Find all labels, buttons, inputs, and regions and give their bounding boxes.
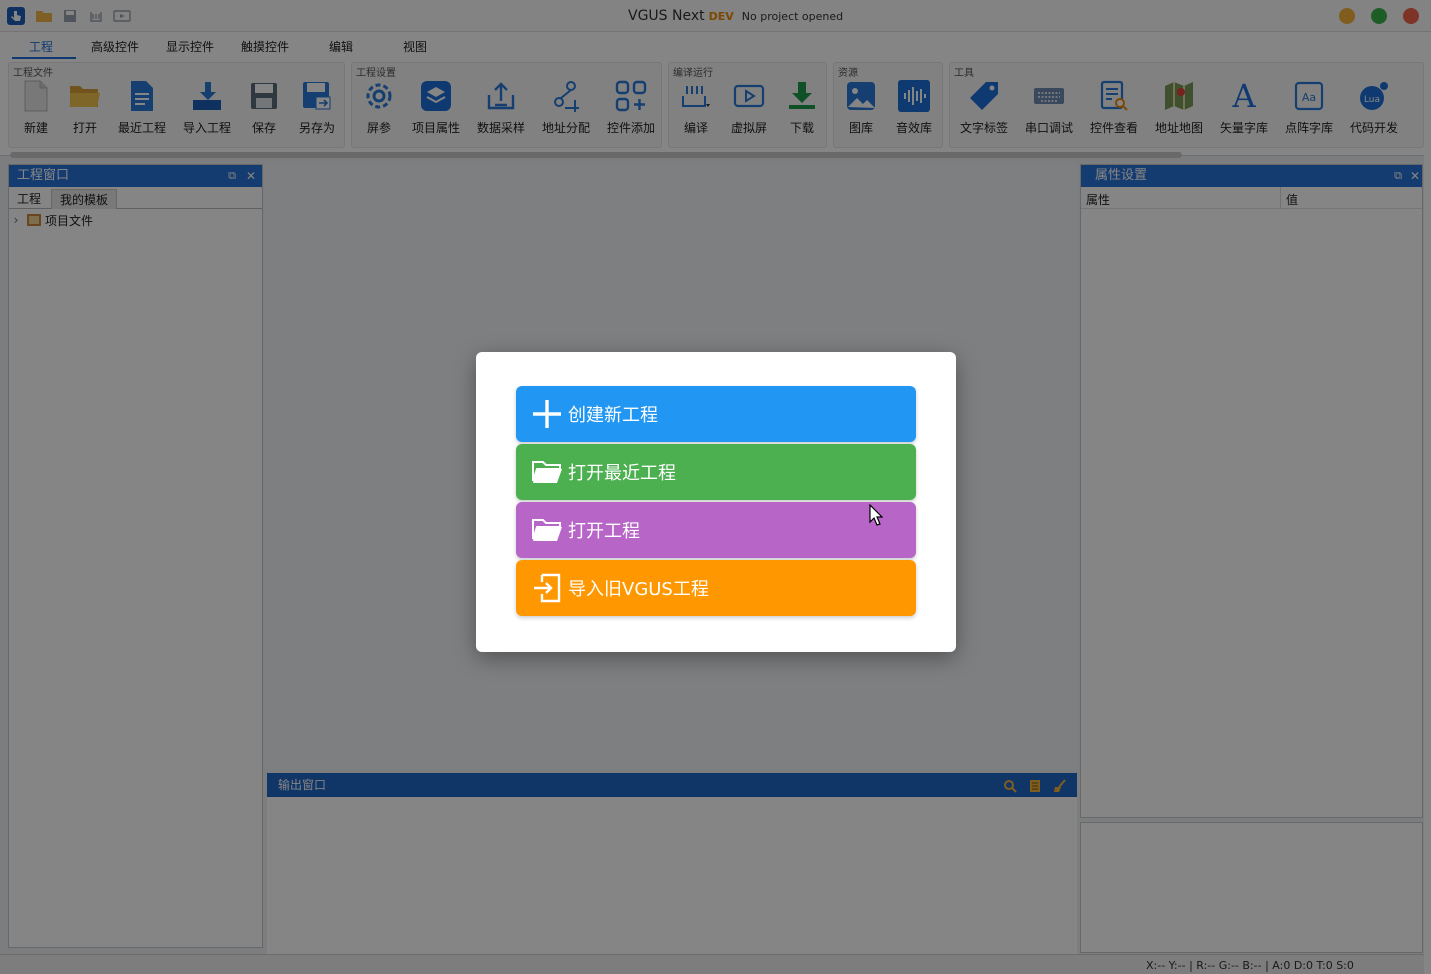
mouse-pointer-icon [869, 503, 884, 529]
create-project-label: 创建新工程 [568, 405, 658, 426]
import-old-project-button[interactable]: 导入旧VGUS工程 [516, 560, 916, 616]
import-icon [530, 571, 564, 605]
open-project-button[interactable]: 打开工程 [516, 502, 916, 558]
folder-open-icon [530, 455, 564, 489]
start-dialog: 创建新工程 打开最近工程 打开工程 导入旧VGUS工程 [476, 352, 956, 652]
create-project-button[interactable]: 创建新工程 [516, 386, 916, 442]
import-old-project-label: 导入旧VGUS工程 [568, 579, 709, 600]
open-project-label: 打开工程 [568, 521, 640, 542]
folder-open-icon [530, 513, 564, 547]
open-recent-project-button[interactable]: 打开最近工程 [516, 444, 916, 500]
open-recent-project-label: 打开最近工程 [568, 463, 676, 484]
plus-icon [530, 397, 564, 431]
